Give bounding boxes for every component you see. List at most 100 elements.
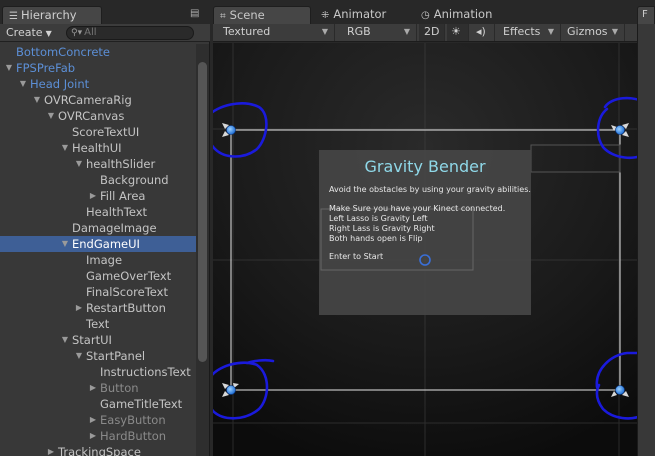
- gizmos-dropdown[interactable]: Gizmos ▼: [563, 24, 625, 41]
- hierarchy-item-label: HealthText: [86, 205, 148, 219]
- search-icon: ⚲▾: [71, 28, 83, 38]
- dropdown-arrow-icon: ▼: [611, 27, 618, 36]
- hierarchy-item[interactable]: Image: [0, 252, 196, 268]
- scene-toolbar: Textured ▼ RGB ▼ 2D ☀ ◂) Effects ▼ Gizmos ▼: [213, 24, 637, 42]
- expand-arrow-down-icon[interactable]: ▼: [60, 332, 70, 348]
- hierarchy-item-label: GameTitleText: [100, 397, 183, 411]
- tab-scene-label: Scene: [229, 8, 265, 22]
- tab-animation[interactable]: ◷ Animation: [415, 6, 525, 24]
- hierarchy-item-label: Background: [100, 173, 169, 187]
- hierarchy-item[interactable]: ▼ FPSPreFab: [0, 60, 196, 76]
- hierarchy-item[interactable]: ▼ Head Joint: [0, 76, 196, 92]
- hierarchy-item-label: Text: [86, 317, 110, 331]
- hierarchy-item-label: EasyButton: [100, 413, 166, 427]
- hierarchy-item[interactable]: ▶ HardButton: [0, 428, 196, 444]
- expand-arrow-down-icon[interactable]: ▼: [74, 348, 84, 364]
- hierarchy-item[interactable]: ▶ Fill Area: [0, 188, 196, 204]
- hierarchy-item[interactable]: ▶ EasyButton: [0, 412, 196, 428]
- game-title-text: Gravity Bender: [364, 157, 485, 176]
- effects-dropdown[interactable]: Effects ▼: [497, 24, 561, 41]
- hierarchy-item[interactable]: GameTitleText: [0, 396, 196, 412]
- expand-arrow-down-icon[interactable]: ▼: [32, 92, 42, 108]
- hierarchy-item-label: FinalScoreText: [86, 285, 168, 299]
- hierarchy-scroll-thumb[interactable]: [198, 62, 207, 362]
- create-button[interactable]: Create ▼: [6, 25, 52, 41]
- hierarchy-item[interactable]: BottomConcrete: [0, 44, 196, 60]
- hierarchy-item-label: DamageImage: [72, 221, 157, 235]
- expand-arrow-right-icon[interactable]: ▶: [46, 444, 56, 456]
- tab-animator[interactable]: ⁜ Animator: [315, 6, 411, 24]
- scene-tabbar: ⌗ Scene ⁜ Animator ◷ Animation: [211, 0, 655, 24]
- dropdown-arrow-icon: ▼: [403, 27, 410, 36]
- expand-arrow-down-icon[interactable]: ▼: [46, 108, 56, 124]
- hierarchy-item[interactable]: ▼ StartPanel: [0, 348, 196, 364]
- tab-animation-label: Animation: [433, 7, 493, 21]
- hierarchy-item-label: HardButton: [100, 429, 167, 443]
- hierarchy-item-label: ScoreTextUI: [72, 125, 140, 139]
- hierarchy-item[interactable]: Text: [0, 316, 196, 332]
- expand-arrow-right-icon[interactable]: ▶: [88, 188, 98, 204]
- audio-toggle[interactable]: ◂): [471, 24, 495, 41]
- panel-menu-icon[interactable]: ▤: [190, 9, 200, 19]
- hierarchy-item[interactable]: ▼ HealthUI: [0, 140, 196, 156]
- expand-arrow-right-icon[interactable]: ▶: [88, 380, 98, 396]
- hierarchy-item[interactable]: ScoreTextUI: [0, 124, 196, 140]
- hierarchy-item-label: BottomConcrete: [16, 45, 110, 59]
- scene-canvas[interactable]: Gravity Bender Avoid the obstacles by us…: [213, 43, 637, 456]
- hierarchy-search-input[interactable]: ⚲▾ All: [66, 26, 194, 40]
- hierarchy-item[interactable]: DamageImage: [0, 220, 196, 236]
- hierarchy-item[interactable]: ▶ RestartButton: [0, 300, 196, 316]
- hierarchy-item[interactable]: FinalScoreText: [0, 284, 196, 300]
- hierarchy-item[interactable]: ▼ EndGameUI: [0, 236, 196, 252]
- dropdown-arrow-icon: ▼: [547, 27, 554, 36]
- hierarchy-item-label: FPSPreFab: [16, 61, 76, 75]
- instruction-line-3: Right Lass is Gravity Right: [329, 224, 435, 233]
- hierarchy-item[interactable]: ▶ TrackingSpace: [0, 444, 196, 456]
- hierarchy-tab-label: Hierarchy: [21, 8, 77, 22]
- expand-arrow-down-icon[interactable]: ▼: [60, 140, 70, 156]
- hierarchy-scrollbar[interactable]: [196, 44, 209, 456]
- lighting-toggle[interactable]: ☀: [447, 24, 469, 41]
- hierarchy-item[interactable]: ▼ healthSlider: [0, 156, 196, 172]
- hierarchy-item-label: GameOverText: [86, 269, 172, 283]
- shading-mode-dropdown[interactable]: Textured ▼: [213, 24, 335, 41]
- expand-arrow-down-icon[interactable]: ▼: [74, 156, 84, 172]
- toggle-2d-label: 2D: [424, 25, 440, 38]
- hierarchy-tree: BottomConcrete ▼ FPSPreFab ▼ Head Joint ▼ OVRC…: [0, 44, 196, 456]
- hierarchy-item[interactable]: ▼ StartUI: [0, 332, 196, 348]
- hierarchy-item-label: RestartButton: [86, 301, 166, 315]
- toggle-2d-button[interactable]: 2D: [419, 24, 445, 41]
- render-mode-dropdown[interactable]: RGB ▼: [337, 24, 417, 41]
- expand-arrow-right-icon[interactable]: ▶: [74, 300, 84, 316]
- hierarchy-item[interactable]: Background: [0, 172, 196, 188]
- inspector-tab-stub[interactable]: F: [637, 6, 655, 24]
- subtitle-text: Avoid the obstacles by using your gravit…: [329, 185, 531, 194]
- hierarchy-item[interactable]: ▼ OVRCanvas: [0, 108, 196, 124]
- hierarchy-item[interactable]: HealthText: [0, 204, 196, 220]
- hierarchy-tab[interactable]: ☰ Hierarchy: [2, 6, 102, 24]
- hierarchy-item[interactable]: ▶ Button: [0, 380, 196, 396]
- hierarchy-item-label: Fill Area: [100, 189, 146, 203]
- instruction-line-4: Both hands open is Flip: [329, 234, 423, 243]
- render-mode-label: RGB: [347, 25, 371, 38]
- instruction-line-2: Left Lasso is Gravity Left: [329, 214, 427, 223]
- expand-arrow-down-icon[interactable]: ▼: [60, 236, 70, 252]
- hierarchy-item[interactable]: ▼ OVRCameraRig: [0, 92, 196, 108]
- expand-arrow-down-icon[interactable]: ▼: [18, 76, 28, 92]
- expand-arrow-down-icon[interactable]: ▼: [4, 60, 14, 76]
- scene-viewport[interactable]: Gravity Bender Avoid the obstacles by us…: [213, 43, 637, 456]
- hierarchy-item-label: EndGameUI: [72, 237, 140, 251]
- right-panel-edge: [637, 24, 655, 456]
- instruction-line-5: Enter to Start: [329, 252, 383, 261]
- tab-animator-label: Animator: [333, 7, 387, 21]
- hierarchy-item[interactable]: GameOverText: [0, 268, 196, 284]
- shading-mode-label: Textured: [223, 25, 271, 38]
- hierarchy-item[interactable]: InstructionsText: [0, 364, 196, 380]
- expand-arrow-right-icon[interactable]: ▶: [88, 428, 98, 444]
- tab-scene[interactable]: ⌗ Scene: [213, 6, 311, 24]
- hierarchy-item-label: StartUI: [72, 333, 112, 347]
- hierarchy-item-label: TrackingSpace: [58, 445, 141, 456]
- hierarchy-item-label: InstructionsText: [100, 365, 191, 379]
- hierarchy-tabbar: ☰ Hierarchy ▤: [0, 0, 210, 24]
- expand-arrow-right-icon[interactable]: ▶: [88, 412, 98, 428]
